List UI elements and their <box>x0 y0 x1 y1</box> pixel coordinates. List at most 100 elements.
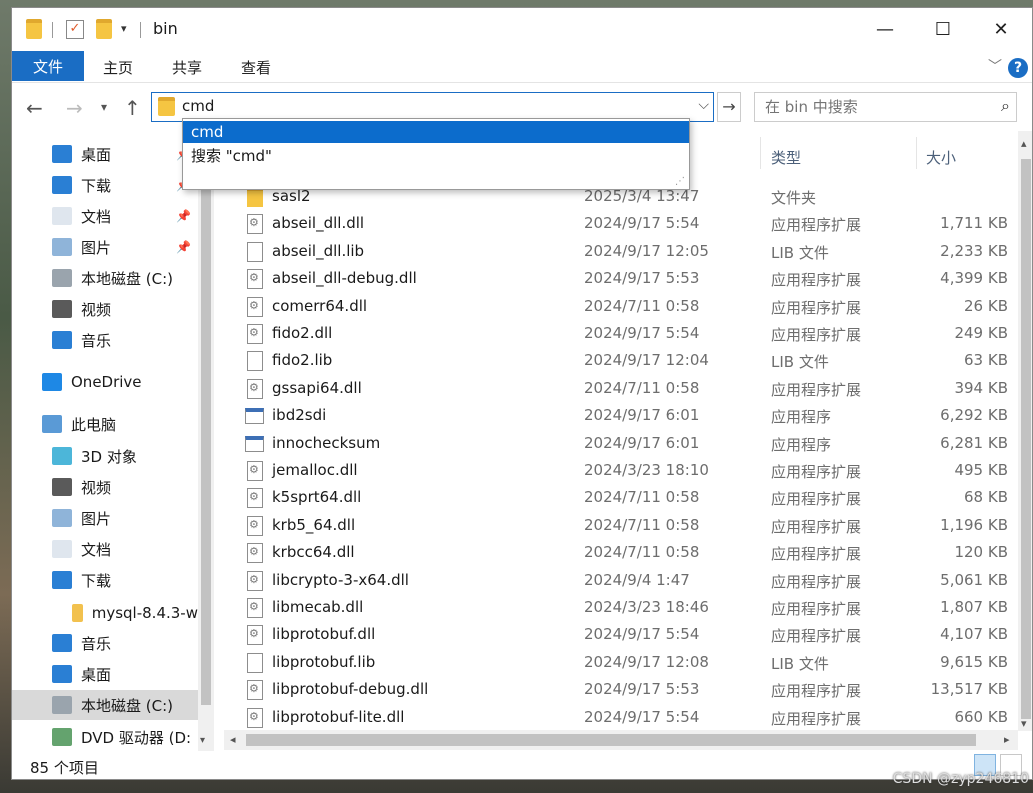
tab-view[interactable]: 查看 <box>241 57 271 78</box>
file-row[interactable]: krbcc64.dll 2024/7/11 0:58 应用程序扩展 120 KB <box>214 539 1018 566</box>
tab-share[interactable]: 共享 <box>172 57 202 78</box>
file-row[interactable]: k5sprt64.dll 2024/7/11 0:58 应用程序扩展 68 KB <box>214 484 1018 511</box>
file-row[interactable]: libprotobuf-debug.dll 2024/9/17 5:53 应用程序扩… <box>214 676 1018 703</box>
file-row[interactable]: abseil_dll-debug.dll 2024/9/17 5:53 应用程序扩展… <box>214 265 1018 292</box>
help-icon[interactable]: ? <box>1008 58 1028 78</box>
customize-quick-access-icon[interactable]: ▾ <box>121 22 127 44</box>
file-row[interactable]: gssapi64.dll 2024/7/11 0:58 应用程序扩展 394 KB <box>214 375 1018 402</box>
expand-ribbon-icon[interactable]: ﹀ <box>988 56 1002 76</box>
file-name: abseil_dll-debug.dll <box>272 269 417 288</box>
sidebar-item[interactable]: 文档 📌 <box>12 201 198 231</box>
file-row[interactable]: comerr64.dll 2024/7/11 0:58 应用程序扩展 26 KB <box>214 293 1018 320</box>
file-size: 4,399 KB <box>940 269 1008 288</box>
file-size: 495 KB <box>954 461 1008 479</box>
tab-home[interactable]: 主页 <box>103 57 133 78</box>
column-divider[interactable] <box>760 137 761 169</box>
navigation-pane: 桌面📌下载📌文档📌图片📌本地磁盘 (C:)视频音乐OneDrive此电脑3D 对… <box>12 131 214 751</box>
search-icon[interactable]: ⌕ <box>1001 96 1010 116</box>
recent-locations-icon[interactable]: ▾ <box>101 100 107 114</box>
sidebar-item[interactable]: 图片 <box>12 503 198 533</box>
sidebar-item[interactable]: DVD 驱动器 (D: <box>12 722 198 751</box>
sidebar-item[interactable]: 图片 📌 <box>12 232 198 262</box>
tab-file[interactable]: 文件 <box>12 51 84 81</box>
close-button[interactable]: ✕ <box>978 8 1024 50</box>
sidebar-item[interactable]: 桌面📌 <box>12 139 198 169</box>
file-row[interactable]: innochecksum 2024/9/17 6:01 应用程序 6,281 KB <box>214 430 1018 457</box>
file-row[interactable]: libcrypto-3-x64.dll 2024/9/4 1:47 应用程序扩展 5,… <box>214 567 1018 594</box>
sidebar-item[interactable]: OneDrive <box>12 367 198 397</box>
address-input[interactable]: cmd <box>182 97 214 115</box>
sidebar-item[interactable]: 视频 <box>12 472 198 502</box>
file-type: 文件夹 <box>771 189 817 207</box>
up-icon[interactable]: ↑ <box>124 96 141 120</box>
sidebar-item[interactable]: 下载📌 <box>12 170 198 200</box>
forward-icon[interactable]: → <box>66 96 83 120</box>
column-header-type[interactable]: 类型 <box>771 147 801 168</box>
sidebar-item[interactable]: 本地磁盘 (C:) <box>12 690 198 720</box>
file-date: 2024/9/17 5:54 <box>584 707 700 726</box>
search-box[interactable]: ⌕ <box>754 92 1017 122</box>
nav-scrollbar[interactable]: ▴ ▾ <box>198 131 214 751</box>
file-row[interactable]: ibd2sdi 2024/9/17 6:01 应用程序 6,292 KB <box>214 402 1018 429</box>
file-size: 2,233 KB <box>940 241 1008 260</box>
file-size: 5,061 KB <box>940 570 1008 589</box>
sidebar-item-label: 文档 <box>81 207 112 226</box>
file-row[interactable]: abseil_dll.dll 2024/9/17 5:54 应用程序扩展 1,711 … <box>214 210 1018 237</box>
horizontal-scrollbar[interactable]: ◂ ▸ <box>224 730 1018 750</box>
chevron-down-icon[interactable]: ⌵ <box>698 97 709 113</box>
scroll-right-icon[interactable]: ▸ <box>1004 733 1010 746</box>
nav-scroll-thumb[interactable] <box>201 175 211 705</box>
file-date: 2024/9/17 6:01 <box>584 406 700 425</box>
search-input[interactable] <box>765 96 975 118</box>
sidebar-item[interactable]: 桌面 <box>12 659 198 689</box>
back-icon[interactable]: ← <box>26 96 43 120</box>
properties-icon[interactable]: ✓ <box>66 20 84 39</box>
file-size: 68 KB <box>964 488 1008 507</box>
video-icon <box>52 300 72 318</box>
file-size: 26 KB <box>964 296 1008 315</box>
sidebar-item[interactable]: 3D 对象 <box>12 441 198 471</box>
file-row[interactable]: fido2.dll 2024/9/17 5:54 应用程序扩展 249 KB <box>214 320 1018 347</box>
sidebar-item[interactable]: 文档 <box>12 534 198 564</box>
resize-grip-icon[interactable]: ⋰ <box>675 176 685 187</box>
minimize-button[interactable]: — <box>862 8 908 50</box>
application-icon <box>245 435 264 452</box>
autocomplete-item[interactable]: 搜索 "cmd" <box>183 145 689 167</box>
file-list-scrollbar[interactable]: ▴ ▾ <box>1018 131 1032 731</box>
file-date: 2024/7/11 0:58 <box>584 378 700 397</box>
file-list-scroll-thumb[interactable] <box>1021 159 1031 719</box>
file-row[interactable]: jemalloc.dll 2024/3/23 18:10 应用程序扩展 495 KB <box>214 457 1018 484</box>
file-name: krb5_64.dll <box>272 515 356 534</box>
file-row[interactable]: libprotobuf.dll 2024/9/17 5:54 应用程序扩展 4,107… <box>214 621 1018 648</box>
file-row[interactable]: fido2.lib 2024/9/17 12:04 LIB 文件 63 KB <box>214 347 1018 374</box>
file-date: 2024/9/4 1:47 <box>584 570 690 589</box>
file-row[interactable]: libprotobuf.lib 2024/9/17 12:08 LIB 文件 9,61… <box>214 649 1018 676</box>
sidebar-item[interactable]: 本地磁盘 (C:) <box>12 263 198 293</box>
column-divider[interactable] <box>916 137 917 169</box>
scroll-left-icon[interactable]: ◂ <box>230 733 236 746</box>
file-row[interactable]: libprotobuf-lite.dll 2024/9/17 5:54 应用程序扩展… <box>214 704 1018 731</box>
file-size: 1,711 KB <box>940 214 1008 233</box>
sidebar-item[interactable]: 音乐 <box>12 325 198 355</box>
file-row[interactable]: abseil_dll.lib 2024/9/17 12:05 LIB 文件 2,233… <box>214 238 1018 265</box>
sidebar-item[interactable]: mysql-8.4.3-w <box>12 598 198 628</box>
column-header-size[interactable]: 大小 <box>926 147 956 168</box>
dll-file-icon <box>247 488 263 509</box>
dll-file-icon <box>247 296 263 317</box>
file-size: 120 KB <box>954 543 1008 562</box>
file-row[interactable]: libmecab.dll 2024/3/23 18:46 应用程序扩展 1,807 K… <box>214 594 1018 621</box>
new-folder-icon[interactable] <box>96 19 112 39</box>
maximize-button[interactable]: ☐ <box>920 8 966 50</box>
pin-icon: 📌 <box>176 209 191 223</box>
sidebar-item[interactable]: 此电脑 <box>12 409 198 439</box>
sidebar-item[interactable]: 音乐 <box>12 628 198 658</box>
scroll-up-icon[interactable]: ▴ <box>1021 137 1027 150</box>
sidebar-item[interactable]: 视频 <box>12 294 198 324</box>
go-button[interactable]: → <box>717 92 741 122</box>
horizontal-scroll-thumb[interactable] <box>246 734 976 746</box>
scroll-down-icon[interactable]: ▾ <box>200 735 205 746</box>
scroll-down-icon[interactable]: ▾ <box>1021 717 1027 730</box>
sidebar-item[interactable]: 下载 <box>12 565 198 595</box>
file-row[interactable]: krb5_64.dll 2024/7/11 0:58 应用程序扩展 1,196 KB <box>214 512 1018 539</box>
autocomplete-item[interactable]: cmd <box>183 121 689 143</box>
